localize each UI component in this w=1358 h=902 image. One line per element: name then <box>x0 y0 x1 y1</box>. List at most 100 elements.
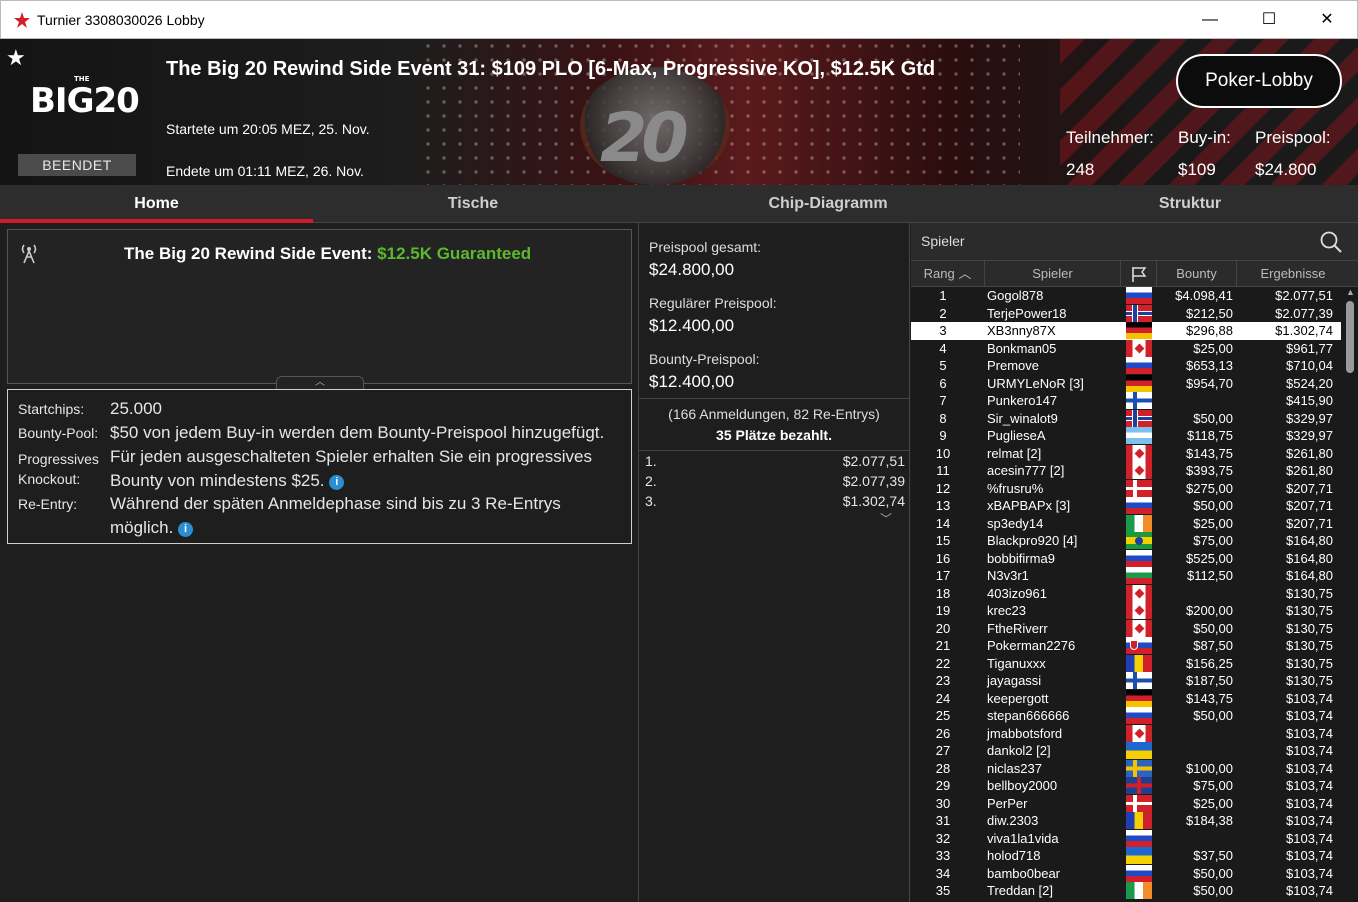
result-cell: $103,74 <box>1286 865 1333 881</box>
table-row[interactable]: 20 FtheRiverr $50,00 $130,75 <box>911 619 1341 638</box>
detail-label: Startchips: <box>18 401 85 417</box>
divider <box>639 398 909 399</box>
table-row[interactable]: 18 403izo961 $130,75 <box>911 584 1341 603</box>
table-row[interactable]: 21 Pokerman2276 $87,50 $130,75 <box>911 637 1341 655</box>
country-flag-icon <box>1126 864 1152 882</box>
table-row[interactable]: 5 Premove $653,13 $710,04 <box>911 357 1341 375</box>
search-input[interactable]: Spieler <box>921 233 965 249</box>
column-player[interactable]: Spieler <box>985 261 1121 287</box>
scroll-up-icon[interactable]: ▲ <box>1345 287 1356 297</box>
result-cell: $130,75 <box>1286 585 1333 601</box>
result-cell: $103,74 <box>1286 778 1333 793</box>
rank-cell: 3 <box>939 323 947 338</box>
tab-structure[interactable]: Struktur <box>1030 185 1350 223</box>
result-cell: $103,74 <box>1286 830 1333 846</box>
table-row[interactable]: 13 xBAPBAPx [3] $50,00 $207,71 <box>911 497 1341 515</box>
table-row[interactable]: 2 TerjePower18 $212,50 $2.077,39 <box>911 304 1341 323</box>
rank-cell: 10 <box>935 445 951 461</box>
info-icon[interactable]: i <box>329 475 345 490</box>
bounty-prizepool-value: $12.400,00 <box>649 372 735 391</box>
player-name-cell: keepergott <box>987 690 1049 706</box>
table-row[interactable]: 27 dankol2 [2] $103,74 <box>911 742 1341 760</box>
table-row[interactable]: 33 holod718 $37,50 $103,74 <box>911 847 1341 865</box>
player-name-cell: niclas237 <box>987 760 1042 776</box>
result-cell: $2.077,51 <box>1275 288 1333 303</box>
poker-lobby-button[interactable]: Poker-Lobby <box>1176 54 1342 108</box>
paid-places-text: 35 Plätze bezahlt. <box>716 427 832 443</box>
column-results[interactable]: Ergebnisse <box>1237 261 1349 287</box>
table-row[interactable]: 6 URMYLeNoR [3] $954,70 $524,20 <box>911 374 1341 393</box>
title-bar: Turnier 3308030026 Lobby — ☐ ✕ <box>0 0 1358 39</box>
table-row[interactable]: 32 viva1la1vida $103,74 <box>911 829 1341 848</box>
result-cell: $329,97 <box>1286 428 1333 443</box>
tab-tables[interactable]: Tische <box>318 185 628 223</box>
rank-cell: 24 <box>935 690 951 706</box>
table-row[interactable]: 3 XB3nny87X $296,88 $1.302,74 <box>911 322 1341 340</box>
country-flag-icon <box>1126 357 1152 374</box>
table-row[interactable]: 35 Treddan [2] $50,00 $103,74 <box>911 882 1341 900</box>
table-row[interactable]: 34 bambo0bear $50,00 $103,74 <box>911 864 1341 883</box>
table-row[interactable]: 10 relmat [2] $143,75 $261,80 <box>911 444 1341 463</box>
tab-chip-chart[interactable]: Chip-Diagramm <box>670 185 986 223</box>
player-name-cell: stepan666666 <box>987 708 1070 723</box>
player-name-cell: Bonkman05 <box>987 340 1057 356</box>
detail-label: Re-Entry: <box>18 496 78 512</box>
info-icon[interactable]: i <box>178 522 194 537</box>
table-row[interactable]: 14 sp3edy14 $25,00 $207,71 <box>911 514 1341 533</box>
result-cell: $329,97 <box>1286 410 1333 426</box>
column-country[interactable] <box>1121 261 1157 287</box>
table-row[interactable]: 31 diw.2303 $184,38 $103,74 <box>911 812 1341 830</box>
table-row[interactable]: 15 Blackpro920 [4] $75,00 $164,80 <box>911 532 1341 550</box>
country-flag-icon <box>1126 602 1152 619</box>
table-row[interactable]: 16 bobbifirma9 $525,00 $164,80 <box>911 549 1341 568</box>
maximize-button[interactable]: ☐ <box>1246 1 1292 39</box>
bounty-cell: $25,00 <box>1193 795 1233 811</box>
country-flag-icon <box>1126 759 1152 777</box>
rank-cell: 4 <box>939 340 947 356</box>
table-row[interactable]: 29 bellboy2000 $75,00 $103,74 <box>911 777 1341 795</box>
column-rank[interactable]: Rang ︿ <box>911 261 985 287</box>
table-row[interactable]: 11 acesin777 [2] $393,75 $261,80 <box>911 462 1341 480</box>
close-button[interactable]: ✕ <box>1304 1 1350 39</box>
table-row[interactable]: 28 niclas237 $100,00 $103,74 <box>911 759 1341 778</box>
player-name-cell: N3v3r1 <box>987 568 1029 583</box>
detail-label: Bounty-Pool: <box>18 425 99 441</box>
favorite-star-icon[interactable]: ★ <box>6 45 26 71</box>
table-row[interactable]: 24 keepergott $143,75 $103,74 <box>911 689 1341 708</box>
table-row[interactable]: 17 N3v3r1 $112,50 $164,80 <box>911 567 1341 585</box>
players-scrollbar[interactable]: ▲ <box>1343 287 1358 902</box>
column-bounty[interactable]: Bounty <box>1157 261 1237 287</box>
players-value: 248 <box>1066 160 1095 179</box>
table-row[interactable]: 7 Punkero147 $415,90 <box>911 392 1341 410</box>
player-name-cell: Blackpro920 [4] <box>987 533 1078 548</box>
chevron-down-icon[interactable]: ﹀ <box>880 510 892 527</box>
table-row[interactable]: 8 Sir_winalot9 $50,00 $329,97 <box>911 409 1341 428</box>
minimize-button[interactable]: — <box>1187 1 1233 39</box>
table-row[interactable]: 26 jmabbotsford $103,74 <box>911 724 1341 743</box>
collapse-toggle[interactable]: ︿ <box>276 376 364 390</box>
bounty-cell: $184,38 <box>1186 813 1233 828</box>
table-row[interactable]: 25 stepan666666 $50,00 $103,74 <box>911 707 1341 725</box>
table-row[interactable]: 12 %frusru% $275,00 $207,71 <box>911 479 1341 498</box>
country-flag-icon <box>1126 672 1152 689</box>
table-row[interactable]: 23 jayagassi $187,50 $130,75 <box>911 672 1341 690</box>
table-row[interactable]: 19 krec23 $200,00 $130,75 <box>911 602 1341 620</box>
player-search[interactable]: Spieler <box>911 223 1358 261</box>
rank-cell: 5 <box>939 358 947 373</box>
player-name-cell: acesin777 [2] <box>987 463 1065 478</box>
prizepool-value: $24.800 <box>1255 160 1317 179</box>
tab-home[interactable]: Home <box>0 185 313 223</box>
result-cell: $710,04 <box>1286 358 1333 373</box>
table-row[interactable]: 9 PuglieseA $118,75 $329,97 <box>911 427 1341 445</box>
player-name-cell: dankol2 [2] <box>987 743 1051 758</box>
rank-cell: 31 <box>935 813 951 828</box>
result-cell: $207,71 <box>1286 480 1333 496</box>
scroll-thumb[interactable] <box>1346 301 1354 373</box>
search-icon[interactable] <box>1319 230 1343 254</box>
rank-cell: 6 <box>939 375 947 391</box>
table-row[interactable]: 4 Bonkman05 $25,00 $961,77 <box>911 339 1341 358</box>
country-flag-icon <box>1126 549 1152 567</box>
table-row[interactable]: 30 PerPer $25,00 $103,74 <box>911 794 1341 813</box>
table-row[interactable]: 22 Tiganuxxx $156,25 $130,75 <box>911 654 1341 673</box>
table-row[interactable]: 1 Gogol878 $4.098,41 $2.077,51 <box>911 287 1341 305</box>
